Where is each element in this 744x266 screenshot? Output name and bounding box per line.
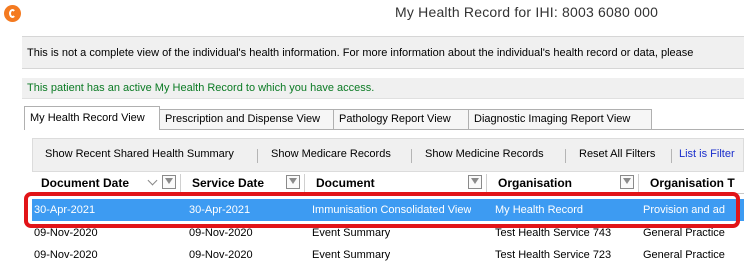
- organisation-cell: Test Health Service 723: [495, 249, 612, 261]
- show-medicare-records-button[interactable]: Show Medicare Records: [271, 148, 391, 160]
- records-toolbar: Show Recent Shared Health Summary Show M…: [32, 138, 744, 172]
- document-cell: Event Summary: [312, 249, 391, 261]
- table-header: Document Date Service Date Document Orga…: [32, 172, 744, 194]
- document-cell: Event Summary: [312, 227, 391, 239]
- service-date-cell: 30-Apr-2021: [189, 204, 251, 216]
- column-divider: [638, 174, 639, 192]
- sort-descending-icon[interactable]: [148, 176, 158, 186]
- document-date-cell: 09-Nov-2020: [34, 227, 98, 239]
- show-recent-summary-button[interactable]: Show Recent Shared Health Summary: [45, 148, 234, 160]
- tab-pathology-report-view[interactable]: Pathology Report View: [333, 109, 469, 129]
- filter-icon[interactable]: [286, 175, 300, 189]
- document-cell: Immunisation Consolidated View: [312, 204, 472, 216]
- notice-text: This is not a complete view of the indiv…: [27, 47, 694, 59]
- column-divider: [180, 174, 181, 192]
- toolbar-divider: [671, 149, 672, 163]
- access-message: This patient has an active My Health Rec…: [27, 82, 375, 94]
- show-medicine-records-button[interactable]: Show Medicine Records: [425, 148, 544, 160]
- column-header-organisation-type[interactable]: Organisation T: [650, 176, 735, 190]
- tab-prescription-dispense-view[interactable]: Prescription and Dispense View: [159, 109, 334, 129]
- column-header-organisation[interactable]: Organisation: [498, 176, 572, 190]
- reset-filters-button[interactable]: Reset All Filters: [579, 148, 655, 160]
- title-bar: My Health Record for IHI: 8003 6080 000: [0, 0, 744, 34]
- access-banner: This patient has an active My Health Rec…: [22, 78, 744, 99]
- column-divider: [304, 174, 305, 192]
- column-divider: [486, 174, 487, 192]
- column-header-service-date[interactable]: Service Date: [192, 176, 264, 190]
- service-date-cell: 09-Nov-2020: [189, 249, 253, 261]
- table-row[interactable]: 09-Nov-2020 09-Nov-2020 Event Summary Te…: [32, 222, 744, 244]
- window-title: My Health Record for IHI: 8003 6080 000: [395, 4, 659, 20]
- organisation-cell: Test Health Service 743: [495, 227, 612, 239]
- filter-icon[interactable]: [162, 175, 176, 189]
- document-date-cell: 09-Nov-2020: [34, 249, 98, 261]
- filter-icon[interactable]: [468, 175, 482, 189]
- table-row[interactable]: 30-Apr-2021 30-Apr-2021 Immunisation Con…: [32, 199, 744, 221]
- filter-status-link[interactable]: List is Filter: [679, 148, 735, 160]
- column-header-document[interactable]: Document: [316, 176, 375, 190]
- filter-icon[interactable]: [620, 175, 634, 189]
- organisation-type-cell: General Practice: [643, 227, 725, 239]
- app-logo-icon: [4, 5, 21, 22]
- toolbar-divider: [257, 149, 258, 163]
- toolbar-divider: [565, 149, 566, 163]
- notice-banner: This is not a complete view of the indiv…: [22, 36, 744, 69]
- organisation-type-cell: Provision and ad: [643, 204, 725, 216]
- document-date-cell: 30-Apr-2021: [34, 204, 96, 216]
- organisation-type-cell: General Practice: [643, 249, 725, 261]
- service-date-cell: 09-Nov-2020: [189, 227, 253, 239]
- tab-diagnostic-imaging-report-view[interactable]: Diagnostic Imaging Report View: [468, 109, 652, 129]
- table-row[interactable]: 09-Nov-2020 09-Nov-2020 Event Summary Te…: [32, 244, 744, 266]
- organisation-cell: My Health Record: [495, 204, 584, 216]
- tab-my-health-record-view[interactable]: My Health Record View: [24, 106, 160, 130]
- toolbar-divider: [411, 149, 412, 163]
- column-header-document-date[interactable]: Document Date: [41, 176, 129, 190]
